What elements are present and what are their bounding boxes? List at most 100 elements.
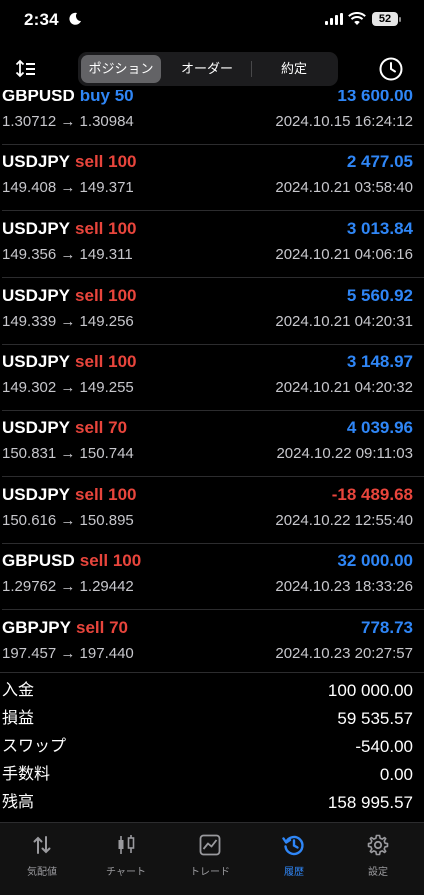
row-divider	[2, 543, 424, 544]
deal-datetime: 2024.10.21 03:58:40	[275, 179, 413, 196]
price-range: 1.30712 → 1.30984	[2, 113, 134, 130]
price-range: 150.831 → 150.744	[2, 445, 134, 462]
symbol: USDJPY	[2, 352, 71, 371]
summary-row-profit: 損益 59 535.57	[0, 705, 424, 733]
symbol: USDJPY	[2, 485, 71, 504]
price-range: 1.29762 → 1.29442	[2, 578, 134, 595]
profit-value: -18 489.68	[331, 485, 413, 504]
trade-side: sell	[75, 352, 104, 371]
tab-quotes[interactable]: 気配値	[0, 831, 84, 881]
row-divider	[2, 609, 424, 610]
summary-value: 100 000.00	[327, 681, 413, 700]
tab-orders[interactable]: オーダー	[164, 55, 250, 83]
tab-label: 履歴	[284, 867, 304, 878]
clock-icon[interactable]	[378, 56, 404, 82]
tab-history[interactable]: 履歴	[252, 831, 336, 881]
deal-datetime: 2024.10.21 04:20:31	[275, 313, 413, 330]
summary-row-commission: 手数料 0.00	[0, 761, 424, 789]
trade-volume: 100	[108, 352, 137, 371]
trade-side: sell	[75, 286, 104, 305]
battery-tip	[399, 17, 401, 22]
row-divider	[2, 144, 424, 145]
summary-label: 損益	[2, 710, 35, 727]
tab-settings[interactable]: 設定	[336, 831, 420, 881]
summary-label: 手数料	[2, 766, 51, 783]
battery-indicator: 52	[372, 12, 398, 26]
gear-icon	[367, 834, 389, 856]
list-item[interactable]: USDJPY sell 100 2 477.05 149.408 → 149.37…	[0, 149, 424, 215]
trade-side: sell	[75, 152, 104, 171]
trade-side: sell	[75, 219, 104, 238]
tab-deals[interactable]: 約定	[253, 55, 335, 83]
list-item[interactable]: USDJPY sell 70 4 039.96 150.831 → 150.744…	[0, 415, 424, 481]
trade-volume: 50	[114, 90, 134, 105]
profit-value: 5 560.92	[346, 286, 413, 305]
deal-datetime: 2024.10.15 16:24:12	[275, 113, 413, 130]
segmented-control: ポジション オーダー 約定	[78, 52, 338, 86]
tab-trade[interactable]: トレード	[168, 831, 252, 881]
list-item[interactable]: USDJPY sell 100 3 148.97 149.302 → 149.25…	[0, 349, 424, 415]
sort-icon[interactable]	[14, 58, 36, 80]
bottom-tab-bar: 気配値 チャート トレード 履歴 設定	[0, 822, 424, 895]
list-item[interactable]: USDJPY sell 100 5 560.92 149.339 → 149.25…	[0, 283, 424, 349]
profit-value: 3 148.97	[346, 352, 413, 371]
trade-side: sell	[75, 485, 104, 504]
trade-volume: 100	[108, 286, 137, 305]
tab-label: チャート	[106, 867, 146, 878]
trade-side: sell	[75, 418, 104, 437]
symbol: GBPUSD	[2, 90, 75, 105]
summary-label: 入金	[2, 682, 35, 699]
status-bar: 2:34 52	[0, 0, 424, 44]
deal-datetime: 2024.10.21 04:20:32	[275, 379, 413, 396]
tab-label: トレード	[190, 867, 230, 878]
candlestick-icon	[118, 835, 135, 854]
trade-chart-icon	[199, 834, 221, 856]
list-item[interactable]: USDJPY sell 100 -18 489.68 150.616 → 150.…	[0, 482, 424, 548]
tab-label: 気配値	[27, 867, 57, 878]
price-range: 150.616 → 150.895	[2, 512, 134, 529]
tab-positions[interactable]: ポジション	[81, 55, 161, 83]
profit-value: 13 600.00	[337, 90, 413, 105]
profit-value: 3 013.84	[346, 219, 413, 238]
deal-list[interactable]: GBPUSD buy 50 13 600.00 1.30712 → 1.30984…	[0, 90, 424, 672]
profit-value: 32 000.00	[337, 551, 413, 570]
row-divider	[2, 210, 424, 211]
row-divider	[2, 476, 424, 477]
list-item[interactable]: GBPUSD sell 100 32 000.00 1.29762 → 1.294…	[0, 548, 424, 614]
trade-volume: 70	[109, 618, 128, 637]
price-range: 149.339 → 149.256	[2, 313, 134, 330]
profit-value: 778.73	[361, 618, 413, 637]
summary-row-swap: スワップ -540.00	[0, 733, 424, 761]
moon-icon	[69, 12, 81, 25]
tab-chart[interactable]: チャート	[84, 831, 168, 881]
price-range: 149.302 → 149.255	[2, 379, 134, 396]
summary-row-balance: 残高 158 995.57	[0, 789, 424, 817]
history-icon	[282, 835, 304, 856]
trade-side: buy	[79, 90, 110, 105]
symbol: USDJPY	[2, 286, 71, 305]
symbol: USDJPY	[2, 418, 71, 437]
row-divider	[2, 410, 424, 411]
list-item[interactable]: USDJPY sell 100 3 013.84 149.356 → 149.31…	[0, 216, 424, 282]
segment-divider	[251, 61, 252, 77]
symbol: USDJPY	[2, 219, 71, 238]
deal-datetime: 2024.10.23 18:33:26	[275, 578, 413, 595]
summary-row-deposit: 入金 100 000.00	[0, 677, 424, 705]
trade-side: sell	[79, 551, 109, 570]
deal-datetime: 2024.10.22 12:55:40	[275, 512, 413, 529]
list-item[interactable]: GBPUSD buy 50 13 600.00 1.30712 → 1.30984…	[0, 90, 424, 149]
summary-value: 0.00	[379, 765, 413, 784]
status-time: 2:34	[24, 10, 59, 29]
summary-divider	[0, 672, 424, 673]
summary-value: 59 535.57	[337, 709, 413, 728]
price-range: 197.457 → 197.440	[2, 645, 134, 662]
toolbar: ポジション オーダー 約定	[0, 50, 424, 90]
summary-label: 残高	[2, 794, 35, 811]
list-item[interactable]: GBPJPY sell 70 778.73 197.457 → 197.440 2…	[0, 615, 424, 672]
wifi-icon	[348, 12, 366, 25]
profit-value: 2 477.05	[346, 152, 413, 171]
deal-datetime: 2024.10.22 09:11:03	[276, 445, 413, 462]
row-divider	[2, 344, 424, 345]
deal-datetime: 2024.10.23 20:27:57	[275, 645, 413, 662]
arrows-updown-icon	[33, 836, 51, 854]
